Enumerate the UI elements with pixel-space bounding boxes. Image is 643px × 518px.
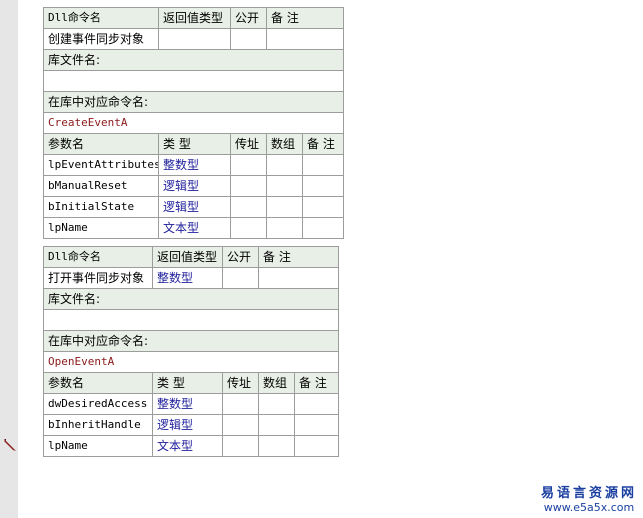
param-array <box>266 154 303 176</box>
dll-table-open-event: Dll命令名 返回值类型 公开 备 注 打开事件同步对象 整数型 库文件名: 在… <box>42 246 340 457</box>
param-remark <box>293 435 340 457</box>
table-row: dwDesiredAccess 整数型 <box>43 393 340 415</box>
table-row: bInheritHandle 逻辑型 <box>43 414 340 436</box>
param-remark <box>293 414 340 436</box>
remark <box>257 267 340 289</box>
param-array <box>258 414 295 436</box>
lib-value <box>42 70 345 92</box>
param-name: bInitialState <box>43 196 159 218</box>
param-type: 逻辑型 <box>158 196 231 218</box>
header-cell: 备 注 <box>265 7 345 29</box>
return-type: 整数型 <box>152 267 223 289</box>
lib-label: 库文件名: <box>42 288 340 310</box>
public-flag <box>230 28 267 50</box>
header-cell: 公开 <box>222 246 259 268</box>
public-flag <box>222 267 259 289</box>
param-name: bManualReset <box>43 175 159 197</box>
param-header-cell: 数组 <box>266 133 303 155</box>
param-header-cell: 类 型 <box>158 133 231 155</box>
header-cell: 返回值类型 <box>152 246 223 268</box>
param-header-cell: 类 型 <box>152 372 223 394</box>
lib-label: 库文件名: <box>42 49 345 71</box>
param-byref <box>230 217 267 239</box>
remark <box>265 28 345 50</box>
param-type: 逻辑型 <box>152 414 223 436</box>
param-remark <box>301 154 345 176</box>
param-remark <box>301 175 345 197</box>
param-name: lpName <box>43 435 153 457</box>
table-row: bInitialState 逻辑型 <box>43 196 345 218</box>
watermark-name: 易语言资源网 <box>540 486 637 501</box>
header-cell: 返回值类型 <box>158 7 231 29</box>
dll-command-name: 创建事件同步对象 <box>43 28 159 50</box>
param-header-cell: 传址 <box>222 372 259 394</box>
cmd-label: 在库中对应命令名: <box>42 330 340 352</box>
header-cell: Dll命令名 <box>43 246 153 268</box>
table-row: lpName 文本型 <box>43 217 345 239</box>
lib-value <box>42 309 340 331</box>
param-header-cell: 数组 <box>258 372 295 394</box>
param-type: 文本型 <box>158 217 231 239</box>
param-name: lpName <box>43 217 159 239</box>
table-row: bManualReset 逻辑型 <box>43 175 345 197</box>
dll-table-create-event: Dll命令名 返回值类型 公开 备 注 创建事件同步对象 库文件名: 在库中对应… <box>42 7 345 239</box>
param-type: 逻辑型 <box>158 175 231 197</box>
header-cell: 公开 <box>230 7 267 29</box>
cmd-value: OpenEventA <box>42 351 340 373</box>
pencil-icon <box>4 439 16 451</box>
param-remark <box>293 393 340 415</box>
param-name: lpEventAttributes <box>43 154 159 176</box>
site-watermark: 易语言资源网 www.e5a5x.com <box>541 482 637 514</box>
param-byref <box>222 414 259 436</box>
param-array <box>258 393 295 415</box>
param-header-cell: 参数名 <box>43 133 159 155</box>
table-row: lpEventAttributes 整数型 <box>43 154 345 176</box>
param-array <box>266 196 303 218</box>
param-header-cell: 备 注 <box>301 133 345 155</box>
cmd-value: CreateEventA <box>42 112 345 134</box>
param-remark <box>301 217 345 239</box>
param-remark <box>301 196 345 218</box>
param-name: bInheritHandle <box>43 414 153 436</box>
return-type <box>158 28 231 50</box>
param-header-cell: 参数名 <box>43 372 153 394</box>
param-array <box>258 435 295 457</box>
param-header-cell: 备 注 <box>293 372 340 394</box>
param-header-cell: 传址 <box>230 133 267 155</box>
param-array <box>266 175 303 197</box>
param-name: dwDesiredAccess <box>43 393 153 415</box>
param-byref <box>222 435 259 457</box>
param-array <box>266 217 303 239</box>
param-type: 整数型 <box>152 393 223 415</box>
dll-command-name: 打开事件同步对象 <box>43 267 153 289</box>
header-cell: Dll命令名 <box>43 7 159 29</box>
param-byref <box>230 196 267 218</box>
param-byref <box>230 175 267 197</box>
param-byref <box>230 154 267 176</box>
watermark-url: www.e5a5x.com <box>543 501 635 514</box>
param-byref <box>222 393 259 415</box>
param-type: 整数型 <box>158 154 231 176</box>
table-row: lpName 文本型 <box>43 435 340 457</box>
header-cell: 备 注 <box>257 246 340 268</box>
param-type: 文本型 <box>152 435 223 457</box>
cmd-label: 在库中对应命令名: <box>42 91 345 113</box>
